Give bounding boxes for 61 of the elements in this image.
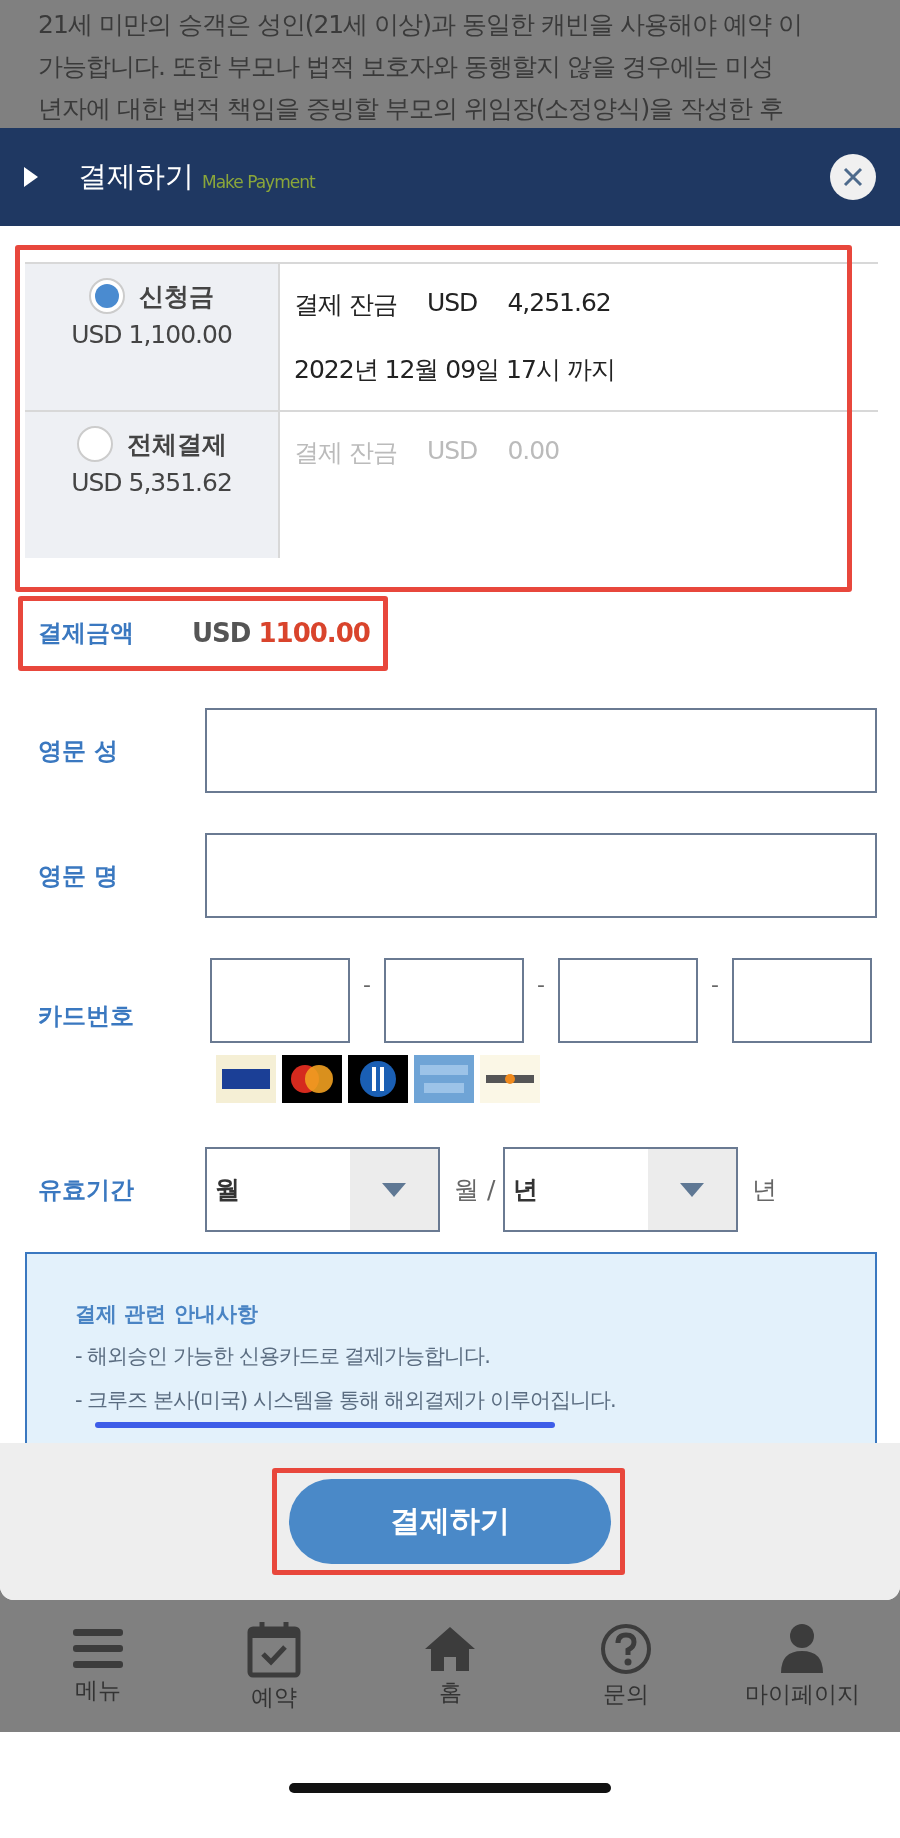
field-label: 영문 명 [38, 860, 120, 892]
balance-amount: 4,251.62 [507, 288, 611, 319]
pay-button[interactable]: 결제하기 [289, 1479, 611, 1564]
card-number-field[interactable] [732, 958, 872, 1043]
card-number-field[interactable] [210, 958, 350, 1043]
field-label: 유효기간 [38, 1174, 135, 1206]
card-logo-icon [282, 1055, 342, 1103]
menu-icon [73, 1626, 123, 1671]
field-label: 카드번호 [38, 1000, 135, 1032]
total-amount: USD 1100.00 [192, 618, 370, 648]
caret-down-icon [382, 1182, 406, 1197]
option-amount: USD 1,100.00 [71, 320, 232, 349]
deadline-text: 2022년 12월 09일 17시 까지 [294, 354, 616, 386]
balance-currency: USD [426, 436, 478, 467]
background-paragraph-line: 21세 미만의 승객은 성인(21세 이상)과 동일한 캐빈을 사용해야 예약 이 [38, 9, 803, 41]
separator-dash: - [710, 972, 720, 997]
input-field[interactable] [205, 833, 877, 918]
close-button[interactable] [830, 154, 876, 200]
dialog-subtitle: Make Payment [202, 172, 315, 192]
total-label: 결제금액 [38, 618, 134, 649]
balance-label: 결제 잔금 [294, 289, 397, 321]
notice-line: - 크루즈 본사(미국) 시스템을 통해 해외결제가 이루어집니다. [75, 1387, 617, 1414]
notice-line: - 해외승인 가능한 신용카드로 결제가능합니다. [75, 1343, 491, 1370]
separator-dash: - [362, 972, 372, 997]
radio-button[interactable] [76, 426, 113, 462]
option-label: 신청금 [139, 280, 214, 313]
dropdown[interactable]: 월 [205, 1147, 440, 1232]
dropdown[interactable]: 년 [503, 1147, 739, 1232]
separator-dash: - [536, 972, 546, 997]
nav-item[interactable]: 메뉴 [13, 1626, 183, 1706]
triangle-icon [24, 167, 38, 187]
balance-label: 결제 잔금 [294, 437, 397, 469]
home-icon [423, 1624, 477, 1673]
card-number-field[interactable] [384, 958, 524, 1043]
field-label: 영문 성 [38, 735, 120, 767]
nav-item[interactable]: 예약 [189, 1619, 359, 1713]
card-logo-icon [216, 1055, 276, 1103]
close-icon [842, 166, 864, 188]
option-amount: USD 5,351.62 [71, 468, 232, 497]
background-paragraph-line: 가능합니다. 또한 부모나 법적 보호자와 동행할지 않을 경우에는 미성 [38, 51, 774, 83]
person-icon [779, 1622, 825, 1675]
nav-item[interactable]: 문의 [541, 1622, 711, 1710]
balance-currency: USD [426, 288, 478, 319]
nav-item[interactable]: 마이페이지 [717, 1622, 887, 1710]
card-number-field[interactable] [558, 958, 698, 1043]
input-field[interactable] [205, 708, 877, 793]
help-icon [600, 1622, 652, 1675]
radio-button[interactable] [89, 278, 125, 314]
card-logo-icon [348, 1055, 408, 1103]
notice-title: 결제 관련 안내사항 [75, 1301, 259, 1328]
caret-down-icon [680, 1182, 705, 1197]
calendar-check-icon [247, 1619, 301, 1678]
dropdown-suffix: 월 / [454, 1174, 496, 1206]
balance-amount: 0.00 [507, 436, 560, 467]
nav-item[interactable]: 홈 [365, 1624, 535, 1708]
card-logo-icon [414, 1055, 474, 1103]
dialog-title: 결제하기 [78, 158, 194, 195]
card-logo-icon [480, 1055, 540, 1103]
background-paragraph-line: 년자에 대한 법적 책임을 증빙할 부모의 위임장(소정양식)을 작성한 후 [38, 93, 785, 125]
option-label: 전체결제 [126, 428, 227, 461]
dropdown-suffix: 년 [752, 1174, 778, 1206]
